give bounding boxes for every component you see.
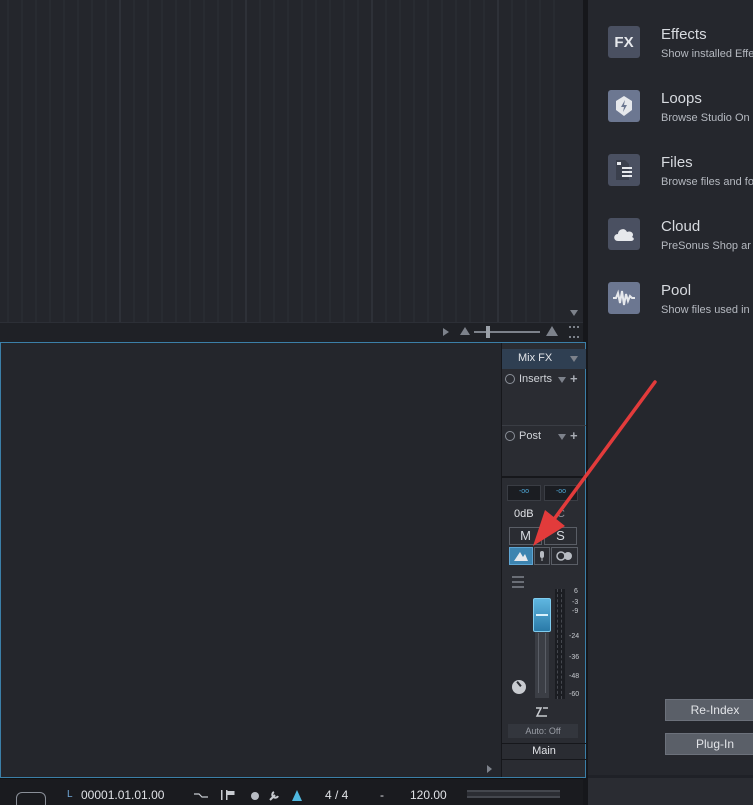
- record-arm-button[interactable]: [534, 547, 550, 565]
- browser-item-title: Loops: [661, 90, 702, 107]
- files-icon: [608, 154, 640, 186]
- scroll-down-icon[interactable]: [570, 310, 578, 316]
- studio-one-window: FX Effects Show installed Effe Loops Bro…: [0, 0, 753, 805]
- mic-icon: [540, 551, 544, 561]
- mixfx-header[interactable]: Mix FX: [502, 349, 586, 369]
- main-channel-strip: Mix FX Inserts + Post + -oo -oo 0dB C M: [501, 343, 586, 777]
- browser-item-desc: Browse Studio On: [661, 112, 750, 124]
- inserts-menu-icon[interactable]: [558, 377, 566, 383]
- peak-meter-right[interactable]: -oo: [544, 485, 578, 501]
- browser-item-desc: PreSonus Shop ar: [661, 240, 751, 252]
- tempo-slider[interactable]: [467, 790, 560, 798]
- arrange-scrollbar[interactable]: [0, 322, 586, 340]
- monitor-icon: [514, 552, 528, 561]
- browser-item-title: Effects: [661, 26, 707, 43]
- meter-scale-label: -60: [569, 691, 580, 698]
- browser-item-pool[interactable]: Pool Show files used in: [588, 282, 753, 342]
- inserts-power-icon[interactable]: [505, 374, 515, 384]
- automation-icon[interactable]: [535, 706, 549, 718]
- zoom-out-icon[interactable]: [460, 327, 470, 335]
- solo-button[interactable]: S: [544, 527, 577, 545]
- tempo-display[interactable]: 120.00: [410, 788, 447, 802]
- meter-scale-label: 6: [574, 588, 578, 595]
- time-prefix: L: [67, 789, 73, 800]
- divider: [502, 425, 586, 426]
- console-main-area[interactable]: [1, 343, 501, 777]
- volume-fader-handle[interactable]: [533, 598, 551, 632]
- browser-item-loops[interactable]: Loops Browse Studio On: [588, 90, 753, 150]
- list-icon[interactable]: [512, 576, 524, 588]
- divider: [502, 743, 586, 744]
- post-menu-icon[interactable]: [558, 434, 566, 440]
- pan-readout[interactable]: C: [557, 508, 565, 520]
- browser-item-cloud[interactable]: Cloud PreSonus Shop ar: [588, 218, 753, 278]
- reindex-button[interactable]: Re-Index: [665, 699, 753, 721]
- scroll-right-icon[interactable]: [487, 765, 492, 773]
- browser-item-effects[interactable]: FX Effects Show installed Effe: [588, 26, 753, 86]
- pan-knob[interactable]: [512, 680, 526, 694]
- cloud-icon: [608, 218, 640, 250]
- browser-item-files[interactable]: Files Browse files and fo: [588, 154, 753, 214]
- record-icon[interactable]: [251, 792, 259, 800]
- link-icon: [556, 551, 572, 561]
- browser-item-desc: Browse files and fo: [661, 176, 753, 188]
- divider: [502, 759, 586, 760]
- browser-item-desc: Show files used in: [661, 304, 750, 316]
- browser-panel: FX Effects Show installed Effe Loops Bro…: [588, 0, 753, 775]
- mute-button[interactable]: M: [509, 527, 542, 545]
- meter-scale-label: -48: [569, 673, 580, 680]
- time-display[interactable]: 00001.01.01.00: [81, 788, 164, 802]
- inserts-label: Inserts: [519, 373, 553, 385]
- browser-item-desc: Show installed Effe: [661, 48, 753, 60]
- transport-right-area: [588, 778, 753, 805]
- fader-ticks: [538, 633, 546, 693]
- loop-icon[interactable]: [193, 791, 209, 799]
- post-power-icon[interactable]: [505, 431, 515, 441]
- wrench-icon[interactable]: [268, 789, 281, 802]
- loops-icon: [608, 90, 640, 122]
- peak-meter-left[interactable]: -oo: [507, 485, 541, 501]
- inserts-slot-area[interactable]: [504, 387, 584, 425]
- browser-item-title: Pool: [661, 282, 692, 299]
- post-label: Post: [519, 430, 542, 442]
- plugin-button[interactable]: Plug-In: [665, 733, 753, 755]
- zoom-slider-handle[interactable]: [486, 326, 490, 338]
- tempo-dash: -: [380, 788, 384, 802]
- arrange-view[interactable]: [0, 0, 586, 340]
- console-view: Mix FX Inserts + Post + -oo -oo 0dB C M: [0, 342, 586, 778]
- track-height-icon[interactable]: [569, 326, 579, 338]
- link-button[interactable]: [551, 547, 578, 565]
- level-meter: [555, 589, 565, 699]
- mixfx-label: Mix FX: [518, 352, 553, 364]
- meter-scale-label: -36: [569, 654, 580, 661]
- arrange-grid: [7, 0, 555, 322]
- add-insert-icon[interactable]: +: [570, 371, 578, 386]
- meter-scale-label: -9: [572, 608, 579, 615]
- volume-readout[interactable]: 0dB: [514, 508, 534, 520]
- transport-bar: L 00001.01.01.00 4 / 4 - 120.00: [0, 778, 583, 805]
- automation-mode-button[interactable]: Auto: Off: [508, 724, 578, 738]
- zoom-in-icon[interactable]: [546, 326, 558, 336]
- pool-icon: [608, 282, 640, 314]
- monitor-button[interactable]: [509, 547, 533, 565]
- browser-item-title: Cloud: [661, 218, 701, 235]
- fx-icon: FX: [608, 26, 640, 58]
- chevron-down-icon[interactable]: [570, 356, 578, 362]
- meter-scale-label: -3: [572, 599, 579, 606]
- transport-button[interactable]: [16, 792, 46, 805]
- zoom-slider[interactable]: [474, 331, 540, 333]
- channel-name[interactable]: Main: [502, 745, 586, 759]
- marker-icon[interactable]: [220, 789, 236, 801]
- add-post-icon[interactable]: +: [570, 428, 578, 443]
- browser-item-title: Files: [661, 154, 693, 171]
- meter-scale-label: -24: [569, 633, 580, 640]
- time-signature[interactable]: 4 / 4: [325, 788, 348, 802]
- divider: [502, 476, 586, 478]
- metronome-icon[interactable]: [290, 789, 303, 802]
- scroll-right-icon[interactable]: [443, 328, 449, 336]
